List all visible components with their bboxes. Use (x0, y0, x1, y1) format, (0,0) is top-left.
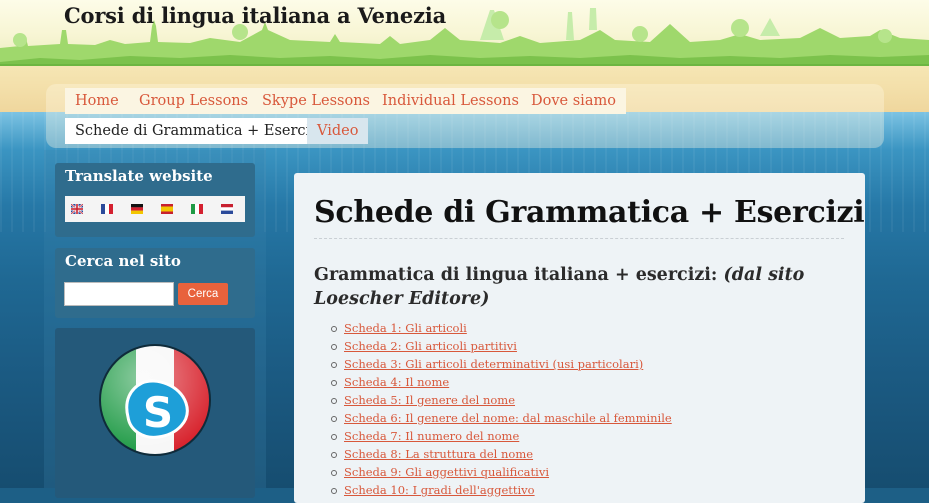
search-widget: Cerca nel sito Cerca (55, 248, 255, 318)
scheda-link[interactable]: Scheda 1: Gli articoli (344, 321, 467, 335)
title-divider (314, 238, 844, 239)
scheda-link[interactable]: Scheda 4: Il nome (344, 375, 449, 389)
list-item: Scheda 8: La struttura del nome (324, 445, 672, 463)
scheda-link[interactable]: Scheda 3: Gli articoli determinativi (us… (344, 357, 643, 371)
subheading-text: Grammatica di lingua italiana + esercizi… (314, 265, 718, 285)
page-title: Schede di Grammatica + Esercizi (314, 195, 865, 230)
skype-widget: S (55, 328, 255, 498)
language-flags (65, 196, 245, 222)
list-item: Scheda 6: Il genere del nome: dal maschi… (324, 409, 672, 427)
nav-item-video[interactable]: Video (307, 118, 369, 144)
search-button[interactable]: Cerca (178, 283, 228, 305)
svg-text:S: S (143, 388, 173, 437)
spain-flag-icon[interactable] (161, 204, 173, 214)
scheda-link[interactable]: Scheda 7: Il numero del nome (344, 429, 519, 443)
list-item: Scheda 4: Il nome (324, 373, 672, 391)
scheda-link[interactable]: Scheda 8: La struttura del nome (344, 447, 533, 461)
scheda-link[interactable]: Scheda 2: Gli articoli partitivi (344, 339, 517, 353)
translate-widget-title: Translate website (65, 167, 213, 185)
nav-item-schede-grammatica[interactable]: Schede di Grammatica + Esercizi (65, 118, 333, 144)
main-content: Schede di Grammatica + Esercizi Grammati… (294, 173, 865, 503)
uk-flag-icon[interactable] (71, 204, 83, 214)
netherlands-flag-icon[interactable] (221, 204, 233, 214)
list-item: Scheda 3: Gli articoli determinativi (us… (324, 355, 672, 373)
nav-item-dove-siamo[interactable]: Dove siamo (521, 88, 626, 114)
grammar-sheet-list: Scheda 1: Gli articoli Scheda 2: Gli art… (324, 319, 672, 499)
search-input[interactable] (64, 282, 174, 306)
italy-flag-icon[interactable] (191, 204, 203, 214)
germany-flag-icon[interactable] (131, 204, 143, 214)
scheda-link[interactable]: Scheda 9: Gli aggettivi qualificativi (344, 465, 549, 479)
list-item: Scheda 10: I gradi dell'aggettivo (324, 481, 672, 499)
scheda-link[interactable]: Scheda 5: Il genere del nome (344, 393, 515, 407)
nav-item-home[interactable]: Home (65, 88, 129, 114)
list-item: Scheda 5: Il genere del nome (324, 391, 672, 409)
list-item: Scheda 2: Gli articoli partitivi (324, 337, 672, 355)
scheda-link[interactable]: Scheda 10: I gradi dell'aggettivo (344, 483, 535, 497)
france-flag-icon[interactable] (101, 204, 113, 214)
skype-italy-badge-icon[interactable]: S (98, 343, 212, 457)
nav-item-group-lessons[interactable]: Group Lessons (129, 88, 259, 114)
search-widget-title: Cerca nel sito (65, 252, 181, 270)
list-item: Scheda 1: Gli articoli (324, 319, 672, 337)
translate-widget: Translate website (55, 163, 255, 237)
main-nav: Home Group Lessons Skype Lessons Individ… (46, 84, 884, 148)
list-item: Scheda 9: Gli aggettivi qualificativi (324, 463, 672, 481)
section-subheading: Grammatica di lingua italiana + esercizi… (314, 263, 854, 311)
nav-item-individual-lessons[interactable]: Individual Lessons (372, 88, 529, 114)
site-title[interactable]: Corsi di lingua italiana a Venezia (64, 3, 446, 28)
nav-item-skype-lessons[interactable]: Skype Lessons (252, 88, 380, 114)
scheda-link[interactable]: Scheda 6: Il genere del nome: dal maschi… (344, 411, 672, 425)
list-item: Scheda 7: Il numero del nome (324, 427, 672, 445)
